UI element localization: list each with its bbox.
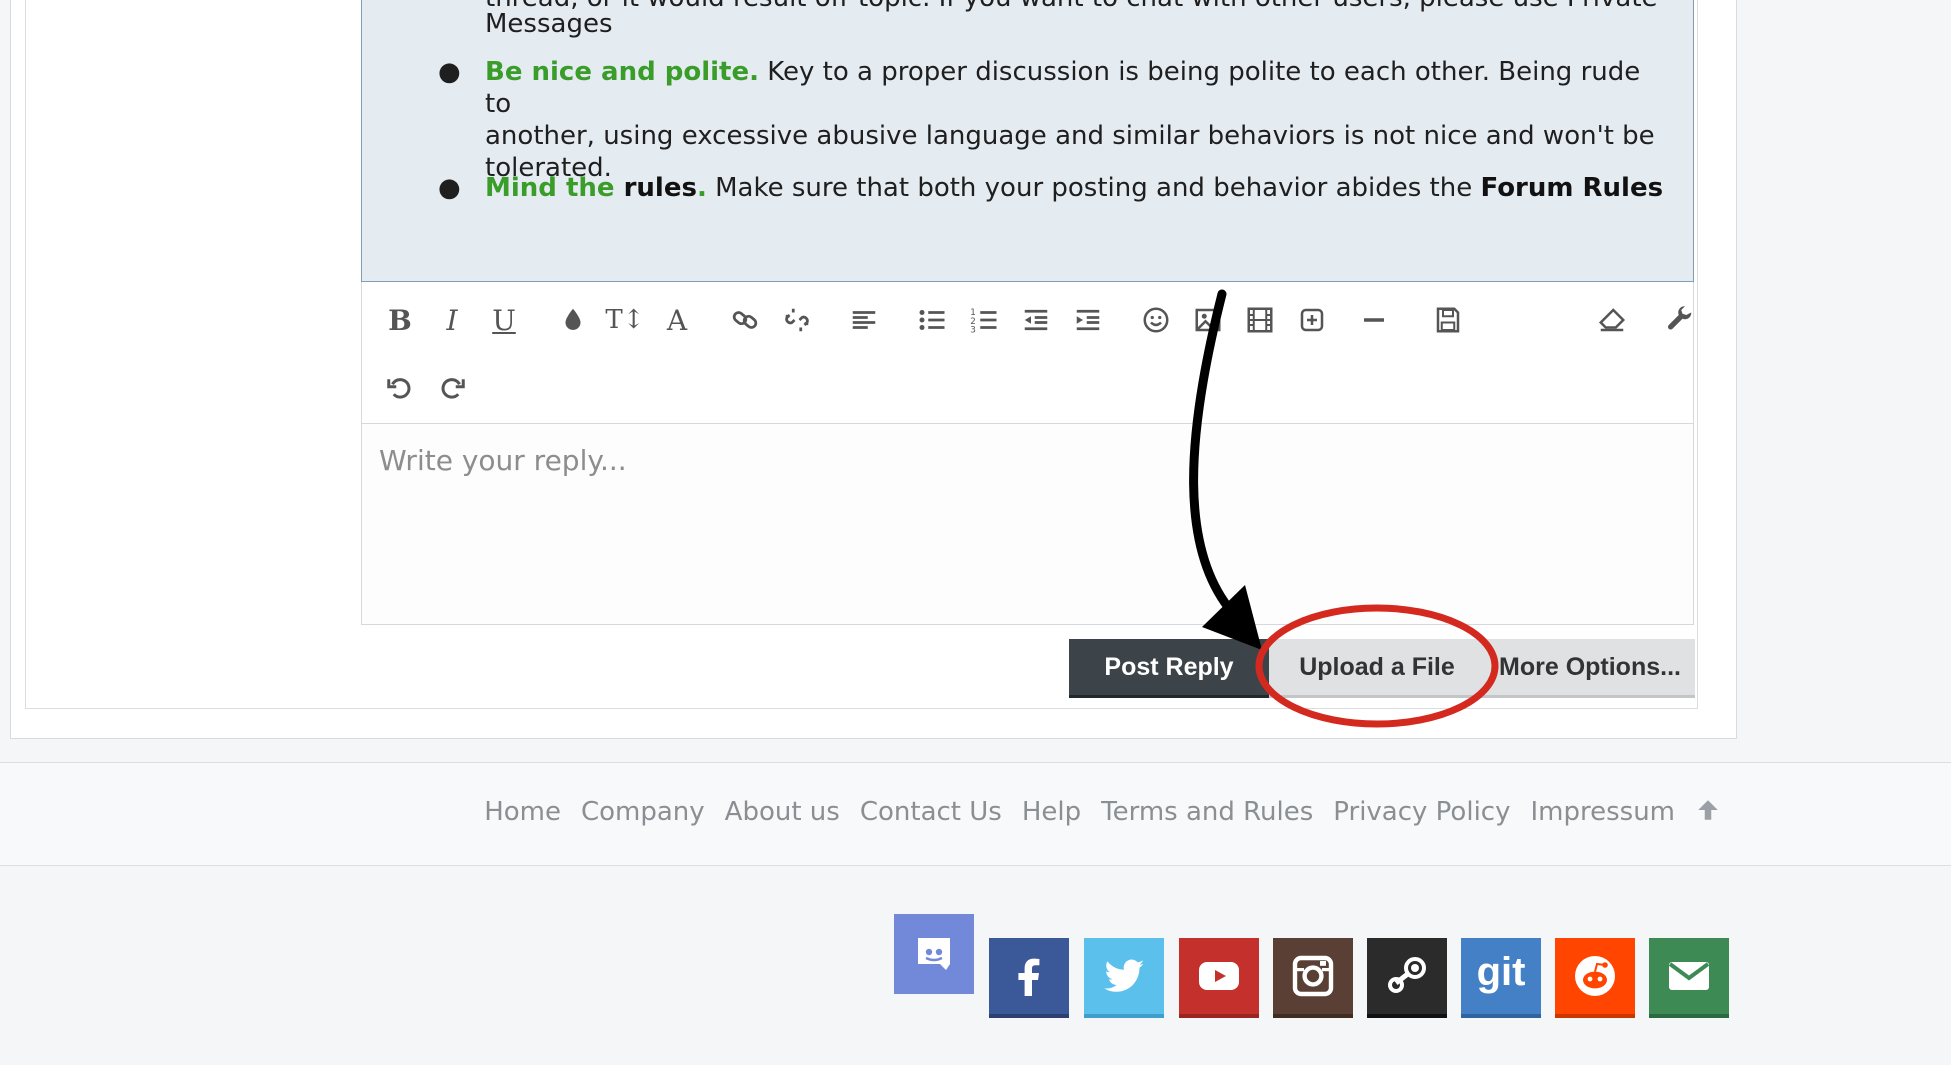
footer-link-impressum[interactable]: Impressum xyxy=(1530,797,1675,830)
footer-link-privacy[interactable]: Privacy Policy xyxy=(1333,797,1510,830)
footer-link-contact[interactable]: Contact Us xyxy=(860,797,1002,830)
rule-mind-rules: ● Mind the rules. Make sure that both yo… xyxy=(438,172,1665,204)
reply-input[interactable] xyxy=(362,424,1693,624)
bulleted-list-icon xyxy=(919,310,945,330)
more-options-button[interactable]: More Options... xyxy=(1485,639,1695,698)
insert-media-button[interactable] xyxy=(1240,300,1280,340)
horizontal-line-button[interactable] xyxy=(1354,300,1394,340)
footer-links: Home Company About us Contact Us Help Te… xyxy=(484,797,1721,830)
steam-link[interactable] xyxy=(1367,938,1447,1018)
eraser-icon xyxy=(1598,308,1626,332)
link-icon xyxy=(732,311,758,329)
reply-editor xyxy=(361,424,1694,625)
email-link[interactable] xyxy=(1649,938,1729,1018)
facebook-link[interactable] xyxy=(989,938,1069,1018)
reddit-link[interactable] xyxy=(1555,938,1635,1018)
insert-button[interactable] xyxy=(1292,300,1332,340)
numbered-list-button[interactable]: 123 xyxy=(964,300,1004,340)
rule-lead-bold: rules xyxy=(614,173,697,203)
posting-rules-notice: thread, or it would result off-topic. If… xyxy=(361,0,1694,282)
git-link[interactable]: git xyxy=(1461,938,1541,1018)
youtube-link[interactable] xyxy=(1179,938,1259,1018)
outdent-icon xyxy=(1024,309,1048,331)
rule-lead-dot: . xyxy=(696,173,707,203)
undo-icon xyxy=(387,378,411,399)
editor-toolbar: B I U T↕ A 123 xyxy=(361,282,1694,424)
indent-button[interactable] xyxy=(1068,300,1108,340)
droplet-icon xyxy=(565,308,581,330)
align-left-icon xyxy=(852,311,876,329)
reddit-icon xyxy=(1575,956,1615,996)
forum-rules-link[interactable]: Forum Rules xyxy=(1480,173,1663,203)
bold-button[interactable]: B xyxy=(380,300,420,340)
numbered-list-icon: 123 xyxy=(970,308,997,336)
footer-link-terms[interactable]: Terms and Rules xyxy=(1101,797,1313,830)
notice-text: Messages xyxy=(485,9,613,39)
facebook-icon xyxy=(1018,958,1040,996)
save-draft-button[interactable] xyxy=(1428,300,1468,340)
rule-text: another, using excessive abusive languag… xyxy=(485,121,1655,151)
svg-text:3: 3 xyxy=(970,326,976,336)
notice-text: thread, or it would result off-topic. If… xyxy=(485,0,1658,14)
git-icon: git xyxy=(1476,949,1526,994)
plus-square-icon xyxy=(1300,308,1324,332)
smilies-button[interactable] xyxy=(1136,300,1176,340)
upload-file-button[interactable]: Upload a File xyxy=(1269,639,1485,698)
wrench-icon xyxy=(1667,306,1692,330)
toggle-bbcode-button[interactable] xyxy=(1660,300,1700,340)
back-to-top-button[interactable] xyxy=(1695,797,1721,830)
italic-button[interactable]: I xyxy=(432,300,472,340)
insert-image-button[interactable] xyxy=(1188,300,1228,340)
redo-button[interactable] xyxy=(432,368,472,408)
bullet-list-button[interactable] xyxy=(912,300,952,340)
smiley-icon xyxy=(1143,307,1169,333)
rule-text: Make sure that both your posting and beh… xyxy=(706,173,1481,203)
envelope-icon xyxy=(1668,962,1710,990)
remove-link-button[interactable] xyxy=(777,300,817,340)
rule-be-nice: ● Be nice and polite. Key to a proper di… xyxy=(438,56,1665,184)
footer-link-help[interactable]: Help xyxy=(1022,797,1081,830)
post-reply-button[interactable]: Post Reply xyxy=(1069,639,1269,698)
film-icon xyxy=(1247,307,1273,333)
minus-icon xyxy=(1364,318,1384,322)
remove-formatting-button[interactable] xyxy=(1592,300,1632,340)
bullet: ● xyxy=(438,173,461,203)
underline-button[interactable]: U xyxy=(484,300,524,340)
footer-nav: Home Company About us Contact Us Help Te… xyxy=(0,763,1951,865)
footer-link-home[interactable]: Home xyxy=(484,797,561,830)
footer-link-company[interactable]: Company xyxy=(581,797,705,830)
rule-lead: Mind the xyxy=(485,173,615,203)
footer-link-about[interactable]: About us xyxy=(725,797,840,830)
redo-icon xyxy=(441,378,465,399)
indent-icon xyxy=(1076,309,1100,331)
steam-icon xyxy=(1388,957,1426,993)
discord-link[interactable] xyxy=(894,914,974,994)
font-size-button[interactable]: T↕ xyxy=(605,300,645,340)
arrow-up-icon xyxy=(1698,800,1718,820)
instagram-link[interactable] xyxy=(1273,938,1353,1018)
floppy-disk-icon xyxy=(1436,307,1460,333)
align-button[interactable] xyxy=(844,300,884,340)
outdent-button[interactable] xyxy=(1016,300,1056,340)
insert-link-button[interactable] xyxy=(725,300,765,340)
image-icon xyxy=(1195,308,1221,332)
twitter-icon xyxy=(1104,959,1144,992)
text-color-button[interactable] xyxy=(553,300,593,340)
youtube-icon xyxy=(1199,962,1239,990)
unlink-icon xyxy=(785,308,809,332)
bullet: ● xyxy=(438,57,461,87)
discord-icon xyxy=(918,938,950,970)
instagram-icon xyxy=(1292,955,1334,997)
rule-lead: Be nice and polite. xyxy=(485,57,759,87)
undo-button[interactable] xyxy=(380,368,420,408)
font-family-button[interactable]: A xyxy=(657,300,697,340)
twitter-link[interactable] xyxy=(1084,938,1164,1018)
footer-divider xyxy=(0,865,1951,866)
